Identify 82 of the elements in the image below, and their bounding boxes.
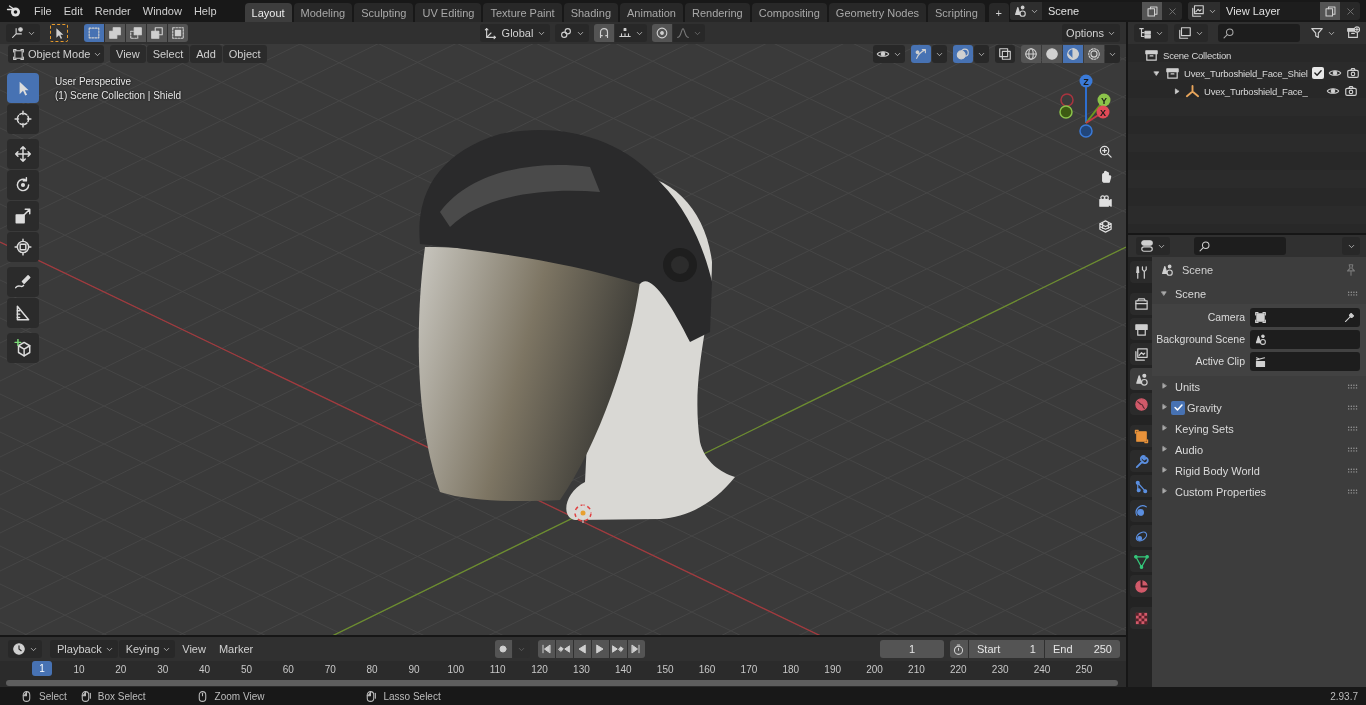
axis-handle[interactable]: Z [1079, 74, 1093, 124]
frame-number: 130 [572, 664, 591, 675]
playhead-marker[interactable]: 1 [32, 661, 52, 676]
frame-number: 140 [613, 664, 633, 675]
panel-header[interactable]: Units [1175, 380, 1201, 393]
panel-header[interactable]: Audio [1175, 443, 1204, 456]
field-label: Camera [1206, 311, 1246, 323]
frame-number: 50 [239, 664, 253, 675]
field-label: Background Scene [1155, 333, 1246, 345]
frame-number: 70 [323, 664, 337, 675]
menu-item[interactable]: Window [136, 2, 188, 20]
workspace-tab[interactable]: Sculpting [354, 3, 414, 22]
menu-item[interactable]: Marker [212, 640, 260, 658]
frame-number: 180 [781, 664, 801, 675]
axis-handle[interactable]: X [1085, 105, 1110, 124]
menu-item[interactable]: Edit [57, 2, 89, 20]
frame-number: 90 [407, 664, 421, 675]
options-dropdown[interactable]: Options [1062, 24, 1120, 42]
orientation-dropdown[interactable]: Global [480, 24, 550, 42]
menu-item[interactable]: Select [146, 45, 190, 63]
workspace-tab[interactable]: Animation [620, 3, 683, 22]
panel-header[interactable]: Keying Sets [1175, 422, 1234, 435]
workspace-tab[interactable]: Compositing [751, 3, 827, 22]
mode-dropdown[interactable]: Object Mode [8, 45, 104, 63]
workspace-tab[interactable]: Scripting [928, 3, 985, 22]
menu-item[interactable]: View [110, 45, 146, 63]
frame-number: 170 [739, 664, 759, 675]
menu-item[interactable]: Render [88, 2, 137, 20]
frame-number: 240 [1032, 664, 1052, 675]
panel-header[interactable]: Gravity [1187, 401, 1222, 414]
frame-number: 220 [948, 664, 968, 675]
frame-number: 40 [198, 664, 212, 675]
context-label: Scene [1182, 264, 1214, 276]
version-label: 2.93.7 [1330, 690, 1358, 702]
outliner-item[interactable]: Scene Collection [1163, 49, 1232, 61]
frame-number: 160 [697, 664, 717, 675]
outliner-item[interactable]: Uvex_Turboshield_Face_Shiel [1184, 67, 1308, 79]
viewport-info-text: User Perspective [55, 76, 133, 87]
frame-number: 250 [1074, 664, 1094, 675]
menu-item[interactable]: View [176, 640, 212, 658]
view-layer-name-field[interactable]: View Layer [1220, 2, 1320, 20]
workspace-tab[interactable]: Texture Paint [483, 3, 562, 22]
frame-number: 210 [907, 664, 926, 675]
frame-number: 230 [990, 664, 1010, 675]
workspace-tab[interactable]: Layout [244, 3, 292, 22]
menu-dropdown[interactable]: Playback [50, 640, 118, 658]
workspace-tab[interactable]: Shading [563, 3, 619, 22]
frame-number: 110 [488, 664, 507, 675]
field-label: Active Clip [1194, 355, 1246, 367]
status-hint: Zoom View [214, 690, 265, 702]
panel-header[interactable]: Scene [1175, 287, 1207, 300]
frame-number: 30 [156, 664, 170, 675]
menu-item[interactable]: File [28, 2, 58, 20]
frame-number: 60 [281, 664, 295, 675]
panel-header[interactable]: Rigid Body World [1175, 464, 1260, 477]
end-frame-field[interactable]: End 250 [1045, 640, 1120, 658]
menu-item[interactable]: Help [187, 2, 223, 20]
frame-number: 10 [72, 664, 86, 675]
frame-number: 190 [823, 664, 843, 675]
menu-item[interactable]: Object [222, 45, 267, 63]
status-hint: Select [39, 690, 67, 702]
frame-number: 80 [365, 664, 379, 675]
panel-header[interactable]: Custom Properties [1175, 485, 1267, 498]
workspace-tab[interactable]: UV Editing [415, 3, 482, 22]
frame-number: 20 [114, 664, 128, 675]
scene-name-field[interactable]: Scene [1042, 2, 1142, 20]
current-frame-field[interactable]: 1 [880, 640, 944, 658]
frame-number: 100 [446, 664, 466, 675]
menu-item[interactable]: Add [190, 45, 222, 63]
viewport-info-text: (1) Scene Collection | Shield [55, 90, 181, 101]
frame-number: 120 [530, 664, 549, 675]
status-hint: Lasso Select [383, 690, 441, 702]
workspace-tab[interactable]: Modeling [293, 3, 353, 22]
menu-dropdown[interactable]: Keying [118, 640, 176, 658]
workspace-tab[interactable]: Geometry Nodes [828, 3, 926, 22]
frame-number: 200 [865, 664, 884, 675]
add-workspace-button[interactable]: + [988, 3, 1009, 22]
status-hint: Box Select [97, 690, 146, 702]
outliner-item[interactable]: Uvex_Turboshield_Face_ [1204, 85, 1308, 97]
workspace-tab[interactable]: Rendering [684, 3, 750, 22]
start-frame-field[interactable]: Start 1 [969, 640, 1044, 658]
frame-number: 150 [655, 664, 675, 675]
